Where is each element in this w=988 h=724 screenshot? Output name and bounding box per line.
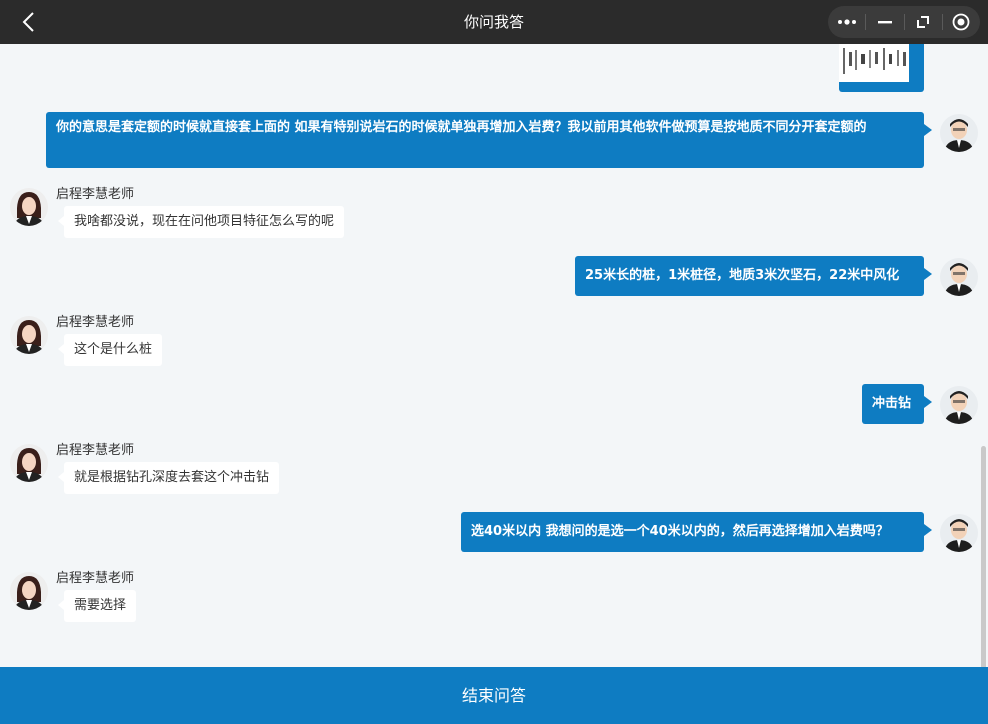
end-qa-button[interactable]: 结束问答 xyxy=(0,667,988,724)
sender-name: 启程李慧老师 xyxy=(56,315,135,330)
user-message-bubble: 25米长的桩，1米桩径，地质3米次坚石，22米中风化 xyxy=(575,256,932,296)
teacher-message-bubble: 这个是什么桩 xyxy=(57,334,163,366)
teacher-avatar[interactable] xyxy=(10,316,48,354)
window-capsule xyxy=(828,6,980,38)
sender-name: 启程李慧老师 xyxy=(56,443,135,458)
teacher-avatar[interactable] xyxy=(10,188,48,226)
message-text: 选40米以内 我想问的是选一个40米以内的，然后再选择增加入岩费吗？ xyxy=(471,524,889,539)
chat-area[interactable]: 你的意思是套定额的时候就直接套上面的 如果有特别说岩石的时候就单独再增加入岩费？… xyxy=(0,44,988,667)
message-text: 你的意思是套定额的时候就直接套上面的 如果有特别说岩石的时候就单独再增加入岩费？… xyxy=(56,120,867,135)
sender-name: 启程李慧老师 xyxy=(56,187,135,202)
sender-name: 启程李慧老师 xyxy=(56,571,135,586)
user-message-bubble: 冲击钻 xyxy=(862,384,932,424)
restore-icon[interactable] xyxy=(905,6,942,38)
message-text: 需要选择 xyxy=(74,598,127,613)
more-icon[interactable] xyxy=(828,6,865,38)
teacher-message-bubble: 需要选择 xyxy=(57,590,137,622)
user-avatar[interactable] xyxy=(940,386,978,424)
message-text: 我啥都没说，现在在问他项目特征怎么写的呢 xyxy=(74,214,335,229)
teacher-avatar[interactable] xyxy=(10,444,48,482)
message-text: 冲击钻 xyxy=(872,396,912,411)
teacher-message-bubble: 我啥都没说，现在在问他项目特征怎么写的呢 xyxy=(57,206,345,238)
title-bar: 你问我答 xyxy=(0,0,988,44)
user-message-bubble: 你的意思是套定额的时候就直接套上面的 如果有特别说岩石的时候就单独再增加入岩费？… xyxy=(46,112,932,168)
teacher-message-bubble: 就是根据钻孔深度去套这个冲击钻 xyxy=(57,462,280,494)
teacher-avatar[interactable] xyxy=(10,572,48,610)
message-text: 25米长的桩，1米桩径，地质3米次坚石，22米中风化 xyxy=(585,268,900,283)
user-avatar[interactable] xyxy=(940,258,978,296)
minimize-icon[interactable] xyxy=(866,6,903,38)
user-message-bubble: 选40米以内 我想问的是选一个40米以内的，然后再选择增加入岩费吗？ xyxy=(461,512,932,552)
scrollbar-thumb[interactable] xyxy=(981,446,986,667)
image-message[interactable] xyxy=(839,44,924,92)
message-text: 这个是什么桩 xyxy=(74,342,153,357)
close-target-icon[interactable] xyxy=(943,6,980,38)
user-avatar[interactable] xyxy=(940,514,978,552)
message-text: 就是根据钻孔深度去套这个冲击钻 xyxy=(74,470,270,485)
user-avatar[interactable] xyxy=(940,114,978,152)
